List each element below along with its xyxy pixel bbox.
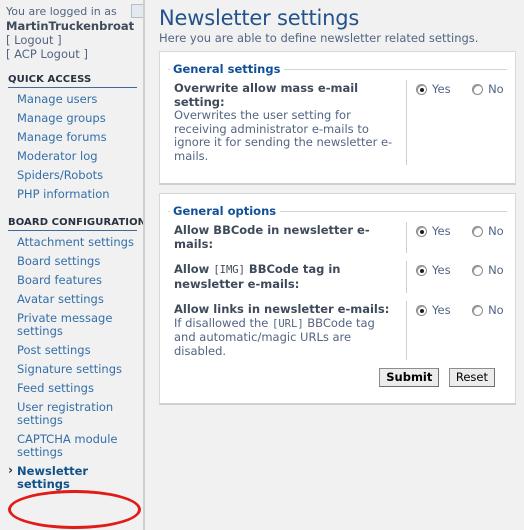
logout-link[interactable]: [ Logout ]	[6, 33, 137, 47]
login-block: You are logged in as MartinTruckenbroat …	[0, 0, 143, 61]
field-desc-allow-links: If disallowed the [URL] BBCode tag and a…	[174, 315, 400, 359]
field-label-column: Allow links in newsletter e-mails: If di…	[174, 302, 406, 359]
radio-yes-icon[interactable]	[416, 305, 427, 316]
fieldset-general-options: General options Allow BBCode in newslett…	[168, 204, 507, 393]
field-label-allow-bbcode: Allow BBCode in newsletter e-mails:	[174, 223, 370, 251]
sidebar-item-moderator-log[interactable]: Moderator log	[8, 147, 137, 166]
sidebar-item-board-settings[interactable]: Board settings	[8, 252, 137, 271]
field-label-column: Overwrite allow mass e-mail setting: Ove…	[174, 81, 406, 163]
sidebar-item-attachment-settings[interactable]: Attachment settings	[8, 233, 137, 252]
page-title: Newsletter settings	[159, 6, 360, 30]
radio-group-allow-img-bbcode: Yes No	[416, 263, 522, 277]
general-settings-panel: General settings Overwrite allow mass e-…	[159, 51, 516, 185]
label-pre-text: Allow	[174, 262, 214, 276]
field-row-overwrite-mass-email: Overwrite allow mass e-mail setting: Ove…	[168, 76, 507, 169]
logged-in-text: You are logged in as	[6, 5, 117, 18]
sidebar-item-board-features[interactable]: Board features	[8, 271, 137, 290]
radio-yes-icon[interactable]	[416, 265, 427, 276]
bbcode-img-tag: [IMG]	[213, 264, 245, 276]
submit-button[interactable]: Submit	[379, 368, 440, 387]
sidebar: You are logged in as MartinTruckenbroat …	[0, 0, 145, 530]
radio-no-label[interactable]: No	[488, 263, 504, 277]
sidebar-item-user-registration-settings[interactable]: User registration settings	[8, 398, 137, 430]
field-row-allow-bbcode: Allow BBCode in newsletter e-mails: Yes …	[168, 218, 507, 257]
sidebar-item-feed-settings[interactable]: Feed settings	[8, 379, 137, 398]
reset-button[interactable]: Reset	[448, 368, 495, 387]
desc-pre-text: If disallowed the	[174, 315, 273, 330]
sidebar-item-newsletter-settings[interactable]: Newsletter settings	[8, 462, 137, 494]
radio-option-no[interactable]: No	[472, 224, 504, 238]
field-label-column: Allow BBCode in newsletter e-mails:	[174, 223, 406, 251]
fieldset-general-settings: General settings Overwrite allow mass e-…	[168, 62, 507, 173]
nav-list-board-configuration: Attachment settings Board settings Board…	[8, 233, 137, 494]
radio-no-label[interactable]: No	[488, 82, 504, 96]
sidebar-item-signature-settings[interactable]: Signature settings	[8, 360, 137, 379]
radio-option-no[interactable]: No	[472, 263, 504, 277]
acp-page: You are logged in as MartinTruckenbroat …	[0, 0, 524, 530]
radio-no-icon[interactable]	[472, 226, 484, 237]
sidebar-item-spiders-robots[interactable]: Spiders/Robots	[8, 166, 137, 185]
field-divider	[406, 80, 407, 165]
sidebar-item-captcha-module-settings[interactable]: CAPTCHA module settings	[8, 430, 137, 462]
radio-option-no[interactable]: No	[472, 82, 504, 96]
radio-group-allow-links: Yes No	[416, 303, 522, 317]
field-label-allow-img-bbcode: Allow [IMG] BBCode tag in newsletter e-m…	[174, 262, 400, 291]
fieldset-legend-general-settings: General settings	[173, 62, 281, 76]
sidebar-item-manage-users[interactable]: Manage users	[8, 90, 137, 109]
field-row-allow-links: Allow links in newsletter e-mails: If di…	[168, 297, 507, 364]
sidebar-item-private-message-settings[interactable]: Private message settings	[8, 309, 137, 341]
radio-group-allow-bbcode: Yes No	[416, 224, 522, 238]
radio-yes-label[interactable]: Yes	[432, 224, 451, 238]
field-divider	[406, 301, 407, 360]
general-options-panel: General options Allow BBCode in newslett…	[159, 193, 516, 405]
form-button-row: Submit Reset	[168, 364, 507, 389]
radio-yes-label[interactable]: Yes	[432, 303, 451, 317]
radio-no-label[interactable]: No	[488, 303, 504, 317]
radio-yes-icon[interactable]	[416, 84, 427, 95]
radio-option-yes[interactable]: Yes	[416, 303, 451, 317]
nav-heading-quick-access: QUICK ACCESS	[8, 74, 137, 88]
radio-no-icon[interactable]	[472, 84, 484, 95]
bbcode-url-tag: [URL]	[272, 317, 304, 330]
fieldset-legend-general-options: General options	[173, 204, 277, 218]
sidebar-collapse-button[interactable]	[131, 4, 143, 18]
radio-no-label[interactable]: No	[488, 224, 504, 238]
field-label-allow-links: Allow links in newsletter e-mails:	[174, 302, 390, 316]
sidebar-item-manage-groups[interactable]: Manage groups	[8, 109, 137, 128]
field-label-overwrite-mass-email: Overwrite allow mass e-mail setting:	[174, 81, 359, 109]
sidebar-item-php-information[interactable]: PHP information	[8, 185, 137, 204]
sidebar-item-manage-forums[interactable]: Manage forums	[8, 128, 137, 147]
main-content: Newsletter settings Here you are able to…	[147, 0, 524, 530]
sidebar-item-avatar-settings[interactable]: Avatar settings	[8, 290, 137, 309]
radio-option-no[interactable]: No	[472, 303, 504, 317]
radio-option-yes[interactable]: Yes	[416, 82, 451, 96]
field-divider	[406, 261, 407, 293]
sidebar-item-post-settings[interactable]: Post settings	[8, 341, 137, 360]
nav-list-quick-access: Manage users Manage groups Manage forums…	[8, 90, 137, 204]
field-divider	[406, 222, 407, 253]
nav-section-board-configuration: BOARD CONFIGURATION Attachment settings …	[0, 217, 143, 494]
radio-option-yes[interactable]: Yes	[416, 224, 451, 238]
page-description: Here you are able to define newsletter r…	[159, 31, 479, 45]
radio-no-icon[interactable]	[472, 305, 484, 316]
radio-yes-label[interactable]: Yes	[432, 82, 451, 96]
nav-section-quick-access: QUICK ACCESS Manage users Manage groups …	[0, 74, 143, 204]
nav-heading-board-configuration: BOARD CONFIGURATION	[8, 217, 143, 231]
field-desc-overwrite-mass-email: Overwrites the user setting for receivin…	[174, 108, 393, 163]
field-label-column: Allow [IMG] BBCode tag in newsletter e-m…	[174, 262, 406, 291]
acp-logout-link[interactable]: [ ACP Logout ]	[6, 47, 137, 61]
radio-yes-icon[interactable]	[416, 226, 427, 237]
field-row-allow-img-bbcode: Allow [IMG] BBCode tag in newsletter e-m…	[168, 257, 507, 297]
username: MartinTruckenbroat	[6, 19, 135, 33]
radio-no-icon[interactable]	[472, 265, 484, 276]
radio-group-overwrite-mass-email: Yes No	[416, 82, 522, 96]
radio-yes-label[interactable]: Yes	[432, 263, 451, 277]
radio-option-yes[interactable]: Yes	[416, 263, 451, 277]
